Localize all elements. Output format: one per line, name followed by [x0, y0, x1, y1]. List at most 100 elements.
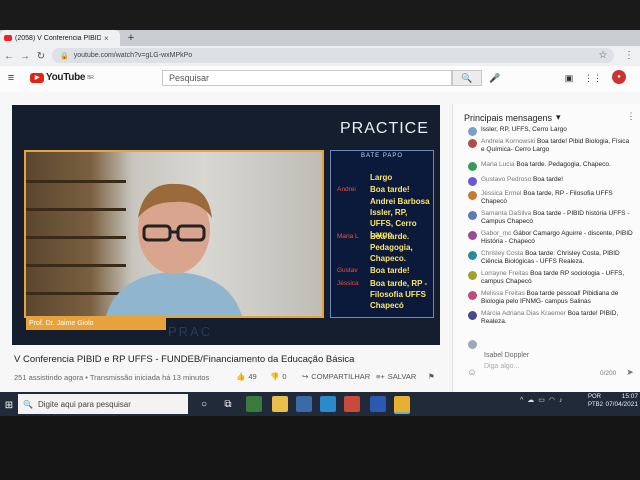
overlay-chat-message: Boa tarde! — [370, 266, 410, 275]
clock-time: 15:07 — [621, 393, 638, 400]
chat-author: Melissa Freitas — [481, 290, 525, 297]
chat-author: Chrisley Costa — [481, 250, 524, 257]
chat-author: Andreia Kornowski — [481, 138, 536, 145]
search-icon: 🔍 — [461, 72, 473, 83]
share-label: COMPARTILHAR — [311, 372, 371, 381]
like-button[interactable]: 👍 49 — [236, 372, 257, 381]
chat-author: Samanta DaSilva — [481, 210, 532, 217]
chat-message: Gustavo Pedroso Boa tarde! — [468, 176, 634, 186]
youtube-play-icon: ▶ — [30, 72, 44, 83]
avatar — [468, 211, 477, 220]
chat-author: Lorrayne Freitas — [481, 270, 529, 277]
video-watermark: PRAC — [168, 324, 213, 339]
speaker-caption: Prof. Dr. Jaime Giolo — [26, 316, 166, 330]
chat-message: Issler, RP, UFFS, Cerro Largo — [468, 126, 634, 136]
create-video-icon[interactable]: ▣ — [562, 71, 576, 85]
chat-input[interactable]: Diga algo... — [484, 363, 519, 370]
wifi-icon[interactable]: ◠ — [549, 396, 555, 404]
youtube-logo[interactable]: ▶ YouTube BR — [30, 72, 94, 83]
bookmark-star-icon[interactable]: ☆ — [596, 48, 610, 62]
store-icon[interactable] — [296, 396, 312, 412]
emoji-icon[interactable]: ☺ — [466, 366, 478, 378]
save-label: SALVAR — [387, 372, 417, 381]
thumbs-up-icon: 👍 — [236, 372, 246, 381]
monitor-bezel — [0, 416, 640, 480]
file-explorer-icon[interactable] — [272, 396, 288, 412]
network-icon[interactable]: ☁ — [527, 396, 534, 404]
video-view-count: 251 assistindo agora • Transmissão inici… — [14, 373, 210, 382]
overlay-chat-name: Maria L — [337, 233, 359, 240]
chat-message: Melissa Freitas Boa tarde pessoal! Pibid… — [468, 290, 634, 306]
chat-message: Chrisley Costa Boa tarde: Chrisley Costa… — [468, 250, 634, 266]
app-icon[interactable] — [246, 396, 262, 412]
edge-icon[interactable] — [320, 396, 336, 412]
new-tab-button[interactable]: + — [124, 31, 138, 45]
search-input[interactable]: Pesquisar — [162, 70, 452, 86]
cortana-icon[interactable]: ○ — [196, 396, 212, 412]
dislike-button[interactable]: 👎 0 — [270, 372, 287, 381]
dislike-count: 0 — [282, 372, 287, 381]
chevron-up-icon[interactable]: ^ — [520, 397, 523, 404]
chat-menu-icon[interactable]: ⋮ — [626, 110, 636, 122]
report-flag-icon[interactable]: ⚑ — [428, 372, 435, 381]
send-icon[interactable]: ➤ — [624, 366, 636, 378]
chat-author: Jéssica Ermel — [481, 190, 522, 197]
search-button[interactable]: 🔍 — [452, 70, 482, 86]
tab-close-icon[interactable]: × — [104, 34, 109, 43]
taskbar-clock[interactable]: 15:07 07/04/2021 — [600, 393, 638, 409]
taskbar-search-field[interactable]: 🔍 Digite aqui para pesquisar — [18, 394, 188, 414]
windows-start-icon[interactable]: ⊞ — [2, 398, 16, 412]
forward-arrow-icon[interactable]: → — [18, 49, 32, 63]
chat-text: Issler, RP, UFFS, Cerro Largo — [481, 126, 567, 133]
share-button[interactable]: ↪ COMPARTILHAR — [302, 372, 370, 381]
overlay-chat-header: BATE PAPO — [360, 153, 404, 159]
browser-tab[interactable]: (2058) V Conferencia PIBID e × — [0, 30, 120, 46]
battery-icon[interactable]: ▭ — [538, 396, 545, 404]
avatar — [468, 231, 477, 240]
word-icon[interactable] — [370, 396, 386, 412]
task-view-icon[interactable]: ⧉ — [220, 396, 236, 412]
save-playlist-icon: ≡+ — [376, 372, 385, 381]
lock-icon: 🔒 — [60, 52, 69, 60]
youtube-favicon-icon — [4, 35, 12, 41]
overlay-chat-name: Jéssica — [337, 280, 359, 287]
app-icon[interactable] — [344, 396, 360, 412]
avatar — [468, 191, 477, 200]
avatar — [468, 271, 477, 280]
youtube-logo-text: YouTube — [46, 72, 86, 83]
practice-brand-logo: PRACTICE — [340, 120, 429, 137]
overlay-chat-name: Gustav — [337, 267, 358, 274]
user-avatar[interactable]: ● — [612, 70, 626, 84]
apps-grid-icon[interactable]: ⋮⋮ — [584, 71, 602, 85]
chat-message: Márcia Adriana Dias Kraemer Boa tarde! P… — [468, 310, 634, 326]
microphone-icon[interactable]: 🎤 — [488, 70, 502, 86]
video-title: V Conferencia PIBID e RP UFFS - FUNDEB/F… — [14, 354, 355, 365]
reload-icon[interactable]: ↻ — [34, 49, 48, 63]
back-arrow-icon[interactable]: ← — [2, 49, 16, 63]
url-field[interactable]: 🔒 youtube.com/watch?v=gLG-wxMPkPo — [52, 48, 614, 63]
avatar — [468, 127, 477, 136]
overlay-chat-message: Boa tarde. Pedagogia, Chapeco. — [370, 232, 413, 263]
search-icon: 🔍 — [23, 399, 33, 409]
chevron-down-icon: ▾ — [556, 112, 561, 122]
chat-message: Andreia Kornowski Boa tarde! Pibid Biolo… — [468, 138, 634, 154]
taskbar-search-placeholder: Digite aqui para pesquisar — [37, 399, 131, 409]
system-tray: ^ ☁ ▭ ◠ ♪ — [520, 396, 563, 405]
volume-icon[interactable]: ♪ — [559, 397, 563, 404]
chat-author: Maria Lucia — [481, 161, 515, 168]
chat-message: Gabor_mc Gábor Camargo Aguirre - discent… — [468, 230, 634, 246]
chat-user-name: Isabel Doppler — [484, 352, 530, 359]
chrome-icon[interactable] — [394, 396, 410, 414]
chat-filter-dropdown[interactable]: Principais mensagens ▾ — [464, 112, 561, 123]
save-button[interactable]: ≡+ SALVAR — [376, 372, 416, 381]
browser-menu-icon[interactable]: ⋮ — [622, 48, 636, 62]
chat-message: Maria Lucia Boa tarde. Pedagogia, Chapec… — [468, 161, 634, 171]
avatar — [468, 340, 477, 349]
chat-filter-label: Principais mensagens — [464, 112, 553, 123]
hamburger-menu-icon[interactable]: ≡ — [4, 71, 18, 85]
clock-date: 07/04/2021 — [605, 401, 638, 408]
chat-author: Gabor_mc — [481, 230, 512, 237]
chat-text: Boa tarde. Pedagogia, Chapeco. — [516, 161, 611, 168]
avatar — [468, 162, 477, 171]
share-icon: ↪ — [302, 372, 309, 381]
